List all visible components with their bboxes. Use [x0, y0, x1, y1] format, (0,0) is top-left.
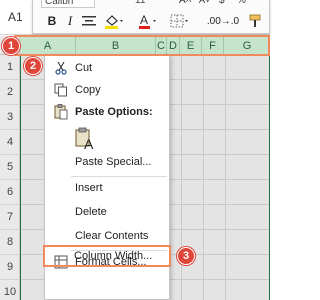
menu-item-label: Paste Special... [75, 156, 152, 168]
font-color-icon[interactable]: A [137, 13, 159, 29]
bold-button[interactable]: B [45, 13, 59, 29]
row-header-9[interactable]: 9 [0, 255, 20, 280]
increase-font-button[interactable]: A˄ [179, 0, 192, 6]
row-header-7[interactable]: 7 [0, 205, 20, 230]
menu-item-delete[interactable]: Delete [45, 201, 169, 223]
menu-item-paste-special[interactable]: Paste Special... [45, 151, 169, 173]
copy-icon [53, 82, 69, 98]
font-name-box[interactable]: Calibri [41, 0, 95, 8]
step-badge-1: 1 [2, 37, 20, 55]
format-painter-icon[interactable] [247, 13, 265, 29]
menu-item-cut[interactable]: Cut [45, 57, 169, 79]
align-center-icon[interactable] [81, 13, 97, 29]
name-box-value: A1 [8, 10, 23, 24]
mini-toolbar: Calibri 11 A˄ A˅ $ % B I A .00→.0 [32, 0, 270, 34]
row-header-10[interactable]: 10 [0, 280, 20, 300]
decimal-format-button[interactable]: .00→.0 [203, 13, 243, 29]
currency-button[interactable]: $ [219, 0, 225, 6]
italic-button[interactable]: I [63, 13, 77, 29]
row-header-2[interactable]: 2 [0, 80, 20, 105]
step-badge-3: 3 [177, 247, 195, 265]
menu-item-copy[interactable]: Copy [45, 79, 169, 101]
grid-line [225, 55, 226, 300]
row-header-4[interactable]: 4 [0, 130, 20, 155]
row-header-5[interactable]: 5 [0, 155, 20, 180]
svg-text:A: A [84, 136, 94, 151]
percent-button[interactable]: % [237, 0, 246, 6]
column-width-highlight [43, 245, 171, 267]
font-size-box[interactable]: 11 [135, 0, 173, 8]
scissors-icon [53, 60, 69, 76]
row-header-8[interactable]: 8 [0, 230, 20, 255]
menu-item-insert[interactable]: Insert [45, 177, 169, 199]
menu-item-label: Paste Options: [75, 106, 153, 118]
row-header-3[interactable]: 3 [0, 105, 20, 130]
menu-item-label: Clear Contents [75, 230, 149, 242]
fill-color-icon[interactable] [103, 13, 125, 29]
menu-item-paste-options: Paste Options: [45, 101, 169, 123]
menu-item-label: Cut [75, 62, 93, 74]
step-badge-2: 2 [24, 57, 42, 75]
paste-keep-text-icon[interactable]: A [75, 127, 97, 152]
menu-item-clear-contents[interactable]: Clear Contents [45, 225, 169, 247]
menu-item-label: Delete [75, 206, 107, 218]
paste-icon [53, 104, 69, 120]
menu-item-label: Insert [75, 182, 103, 194]
row-header-6[interactable]: 6 [0, 180, 20, 205]
column-header-highlight [14, 35, 270, 56]
grid-line [203, 55, 204, 300]
decrease-font-button[interactable]: A˅ [199, 0, 210, 5]
row-header-column: 1 2 3 4 5 6 7 8 9 10 [0, 55, 20, 300]
borders-icon[interactable] [169, 13, 191, 29]
svg-text:A: A [140, 13, 148, 27]
menu-item-label: Copy [75, 84, 101, 96]
row-header-1[interactable]: 1 [0, 55, 20, 80]
